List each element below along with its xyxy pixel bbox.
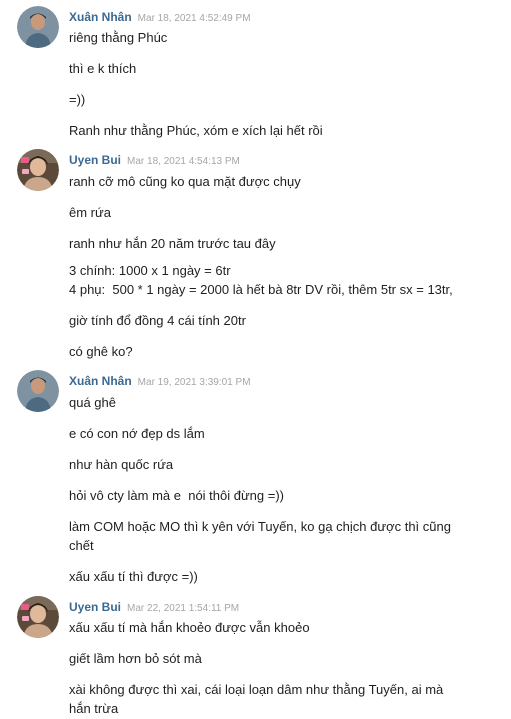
chat-log: Xuân Nhân Mar 18, 2021 4:52:49 PM riêng t…	[0, 0, 511, 719]
message-text: có ghê ko?	[69, 344, 133, 359]
message-text: e có con nớ đẹp ds lắm	[69, 426, 205, 441]
message-text: 3 chính: 1000 x 1 ngày = 6tr 4 phụ: 500 …	[69, 263, 453, 297]
timestamp: Mar 18, 2021 4:52:49 PM	[137, 13, 251, 24]
message-header: Xuân Nhân Mar 18, 2021 4:52:49 PM	[69, 8, 251, 26]
timestamp: Mar 18, 2021 4:54:13 PM	[127, 156, 240, 167]
message-text: giết lầm hơn bỏ sót mà	[69, 651, 202, 666]
user-avatar-icon[interactable]	[17, 596, 59, 638]
message-header: Uyen Bui Mar 22, 2021 1:54:11 PM	[69, 598, 239, 616]
message-text: Ranh như thằng Phúc, xóm e xích lại hết …	[69, 123, 323, 138]
message-text: quá ghê	[69, 395, 116, 410]
message-text: xài không được thì xai, cái loại loạn dâ…	[69, 682, 447, 716]
author-name[interactable]: Xuân Nhân	[69, 10, 132, 24]
author-name[interactable]: Uyen Bui	[69, 600, 121, 614]
message-text: =))	[69, 92, 86, 107]
message-header: Uyen Bui Mar 18, 2021 4:54:13 PM	[69, 151, 240, 169]
message-text: giờ tính đổ đồng 4 cái tính 20tr	[69, 313, 246, 328]
user-avatar-icon[interactable]	[17, 149, 59, 191]
message-header: Xuân Nhân Mar 19, 2021 3:39:01 PM	[69, 372, 251, 390]
timestamp: Mar 22, 2021 1:54:11 PM	[127, 603, 240, 614]
message-text: hỏi vô cty làm mà e nói thôi đừng =))	[69, 488, 284, 503]
author-name[interactable]: Xuân Nhân	[69, 374, 132, 388]
message-text: thì e k thích	[69, 61, 137, 76]
message-text: như hàn quốc rứa	[69, 457, 174, 472]
message-text: ranh như hắn 20 năm trước tau đây	[69, 236, 276, 251]
user-avatar-icon[interactable]	[17, 6, 59, 48]
author-name[interactable]: Uyen Bui	[69, 153, 121, 167]
message-text: riêng thằng Phúc	[69, 30, 168, 45]
message-text: làm COM hoặc MO thì k yên với Tuyến, ko …	[69, 519, 455, 553]
message-text: êm rứa	[69, 205, 111, 220]
user-avatar-icon[interactable]	[17, 370, 59, 412]
timestamp: Mar 19, 2021 3:39:01 PM	[137, 377, 251, 388]
message-text: xấu xấu tí mà hắn khoẻo được vẫn khoẻo	[69, 620, 310, 635]
message-text: ranh cỡ mô cũng ko qua mặt được chụy	[69, 174, 301, 189]
message-text: xấu xấu tí thì được =))	[69, 569, 198, 584]
